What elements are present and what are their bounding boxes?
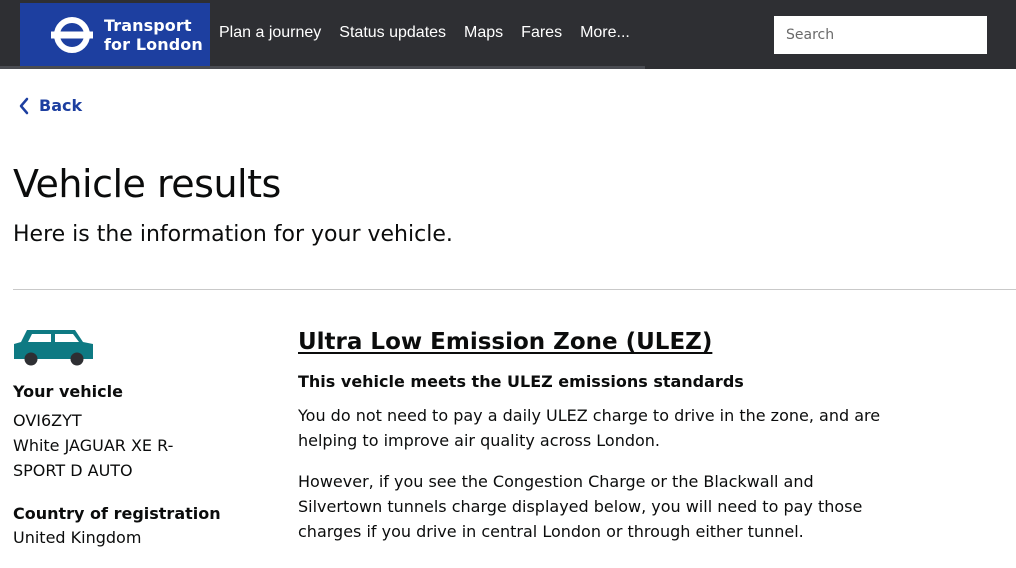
logo-text: Transport for London: [104, 16, 203, 54]
nav-status-updates[interactable]: Status updates: [330, 0, 455, 66]
ulez-title-link[interactable]: Ultra Low Emission Zone (ULEZ): [298, 329, 712, 355]
vehicle-description-line-1: White JAGUAR XE R-: [13, 436, 174, 455]
ulez-info-paragraph: You do not need to pay a daily ULEZ char…: [298, 403, 908, 453]
logo-line-2: for London: [104, 35, 203, 54]
country-label: Country of registration: [13, 504, 221, 523]
tfl-logo[interactable]: Transport for London: [20, 3, 210, 66]
nav-more[interactable]: More...: [571, 0, 639, 66]
ulez-status: This vehicle meets the ULEZ emissions st…: [298, 372, 744, 391]
country-value: United Kingdom: [13, 528, 142, 547]
section-divider: [13, 289, 1016, 290]
ulez-info-line-1: You do not need to pay a daily ULEZ char…: [298, 406, 881, 425]
tfl-roundel-icon: [51, 17, 93, 53]
charges-info-paragraph: However, if you see the Congestion Charg…: [298, 469, 908, 544]
charges-info-line-2: Silvertown tunnels charge displayed belo…: [298, 497, 863, 516]
logo-line-1: Transport: [104, 16, 192, 35]
search-input[interactable]: [774, 16, 987, 54]
nav-fares[interactable]: Fares: [512, 0, 571, 66]
vehicle-description-line-2: SPORT D AUTO: [13, 461, 133, 480]
chevron-left-icon: [19, 97, 29, 114]
charges-info-line-1: However, if you see the Congestion Charg…: [298, 472, 814, 491]
ulez-info-line-2: helping to improve air quality across Lo…: [298, 431, 661, 450]
your-vehicle-label: Your vehicle: [13, 382, 123, 401]
charges-info-line-3: charges if you drive in central London o…: [298, 522, 804, 541]
nav-plan-a-journey[interactable]: Plan a journey: [210, 0, 330, 66]
main-nav: Plan a journey Status updates Maps Fares…: [210, 0, 639, 66]
car-icon: [14, 330, 93, 366]
back-link[interactable]: Back: [19, 96, 82, 115]
page-title: Vehicle results: [13, 162, 281, 206]
nav-maps[interactable]: Maps: [455, 0, 512, 66]
vehicle-registration: OVI6ZYT: [13, 411, 82, 430]
site-header: Transport for London Plan a journey Stat…: [0, 0, 1016, 69]
page-subtitle: Here is the information for your vehicle…: [13, 222, 453, 247]
nav-underline: [0, 66, 645, 69]
back-label: Back: [39, 96, 83, 115]
